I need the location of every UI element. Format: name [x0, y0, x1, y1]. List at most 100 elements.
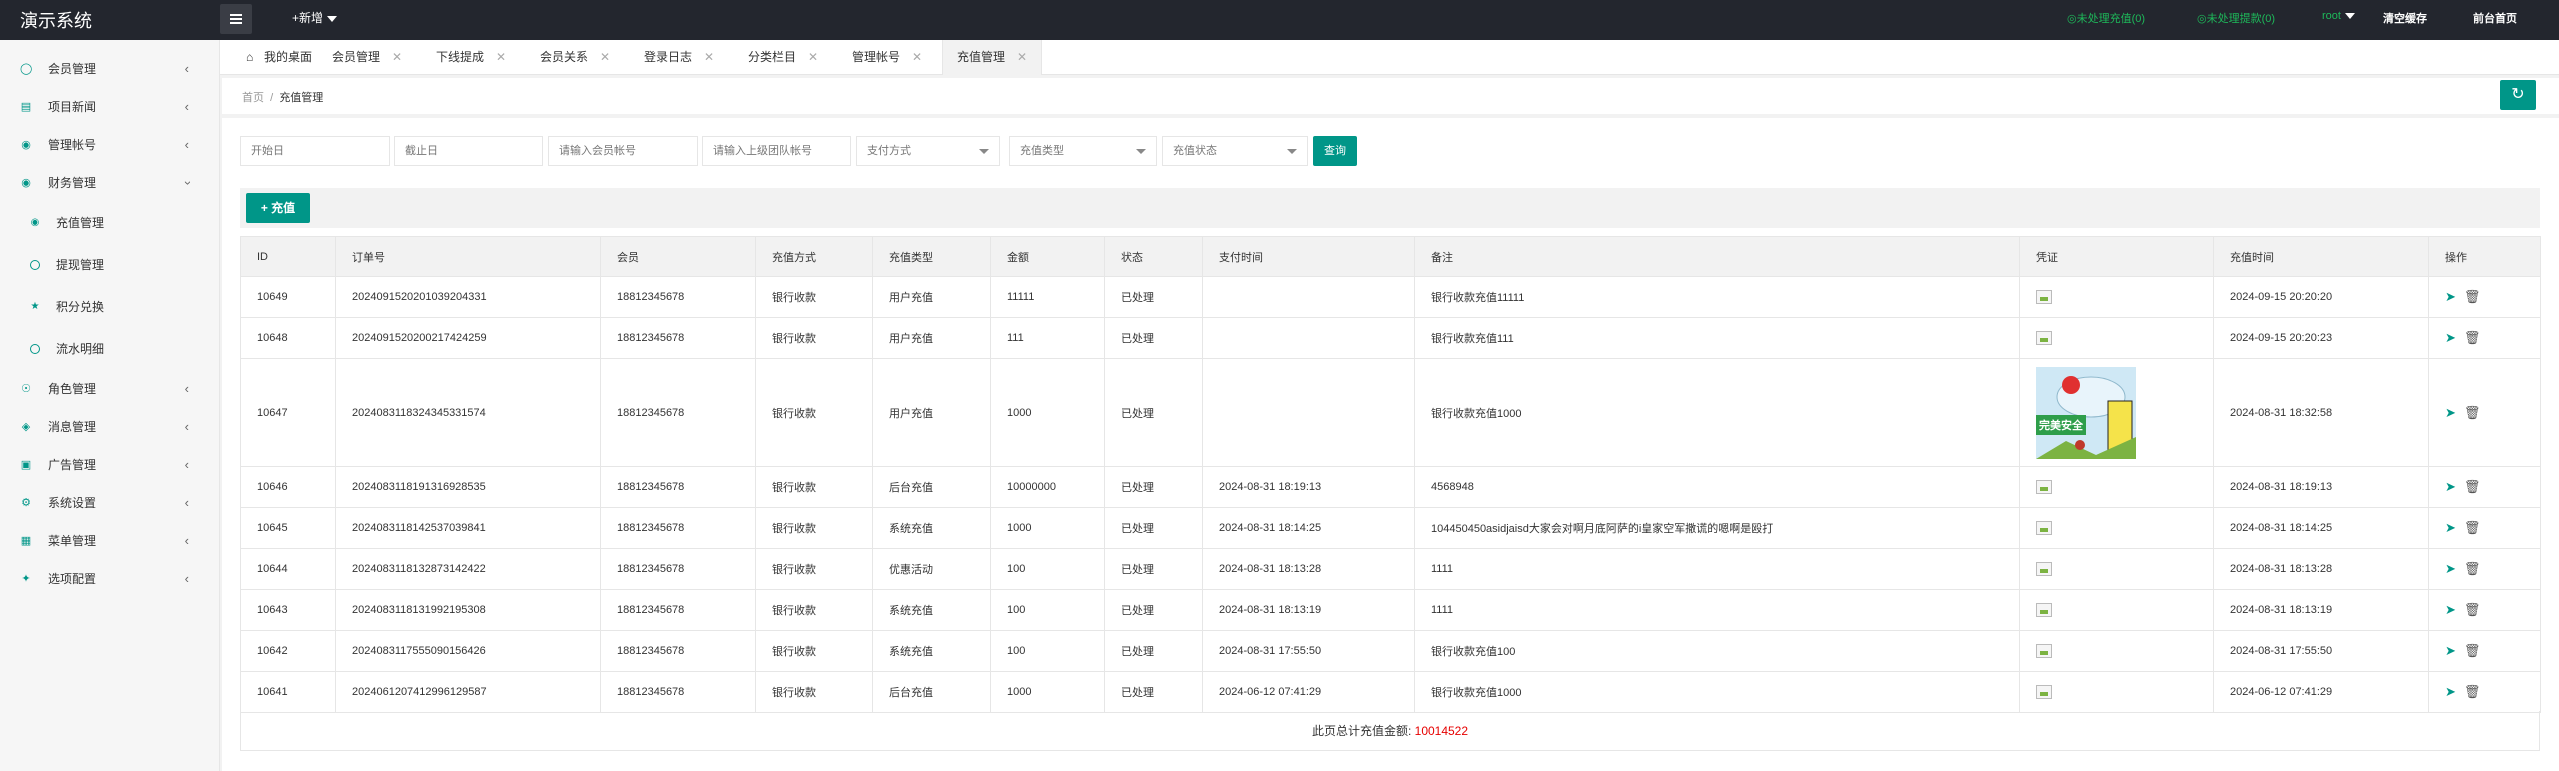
sidebar-item-roles[interactable]: ☉ 角色管理 ‹ [0, 370, 219, 408]
column-header-note: 备注 [1414, 236, 2020, 277]
cell-voucher[interactable]: 完美安全 [2019, 358, 2214, 467]
trash-icon[interactable]: 🗑 [2464, 479, 2481, 495]
parent-account-input[interactable]: 请输入上级团队帐号 [702, 136, 851, 166]
pay-method-select[interactable]: 支付方式 [856, 136, 1000, 166]
send-icon[interactable]: ➤ [2445, 405, 2456, 421]
refresh-button[interactable]: ↻ [2500, 80, 2536, 110]
cell-voucher[interactable] [2019, 671, 2214, 713]
send-icon[interactable]: ➤ [2445, 330, 2456, 346]
chevron-left-icon: ‹ [184, 381, 189, 396]
broken-image-icon[interactable] [2036, 562, 2052, 576]
user-icon: ◯ [20, 63, 33, 75]
shield-icon: ☉ [21, 383, 31, 395]
send-icon[interactable]: ➤ [2445, 643, 2456, 659]
tab-recharge[interactable]: 充值管理 ✕ [942, 40, 1042, 75]
tab-admin-accounts[interactable]: 管理帐号 ✕ [838, 40, 922, 74]
unprocessed-withdraw-link[interactable]: ◎未处理提款(0) [2197, 10, 2275, 26]
cell-voucher[interactable] [2019, 589, 2214, 631]
sidebar-sub-recharge[interactable]: ◉ 充值管理 [0, 202, 219, 244]
tab-relations[interactable]: 会员关系 ✕ [526, 40, 610, 74]
clear-cache-link[interactable]: 清空缓存 [2383, 10, 2427, 26]
close-icon[interactable]: ✕ [808, 50, 818, 64]
send-icon[interactable]: ➤ [2445, 602, 2456, 618]
tab-desktop[interactable]: ⌂ 我的桌面 [232, 40, 312, 74]
cell-voucher[interactable] [2019, 466, 2214, 508]
close-icon[interactable]: ✕ [912, 50, 922, 64]
close-icon[interactable]: ✕ [496, 50, 506, 64]
broken-image-icon[interactable] [2036, 331, 2052, 345]
broken-image-icon[interactable] [2036, 644, 2052, 658]
sidebar-item-settings[interactable]: ⚙ 系统设置 ‹ [0, 484, 219, 522]
sidebar-item-accounts[interactable]: ◉ 管理帐号 ‹ [0, 126, 219, 164]
sidebar-item-members[interactable]: ◯ 会员管理 ‹ [0, 50, 219, 88]
cell-voucher[interactable] [2019, 630, 2214, 672]
member-account-input[interactable]: 请输入会员帐号 [548, 136, 698, 166]
sidebar-sub-points[interactable]: ★ 积分兑换 [0, 286, 219, 328]
trash-icon[interactable]: 🗑 [2464, 602, 2481, 618]
summary-amount: 10014522 [1414, 724, 1469, 738]
tab-categories[interactable]: 分类栏目 ✕ [734, 40, 818, 74]
table-row: 10644 2024083118132873142422 18812345678 银行… [240, 548, 2541, 590]
sidebar-item-ads[interactable]: ▣ 广告管理 ‹ [0, 446, 219, 484]
trash-icon[interactable]: 🗑 [2464, 405, 2481, 421]
broken-image-icon[interactable] [2036, 521, 2052, 535]
trash-icon[interactable]: 🗑 [2464, 520, 2481, 536]
sidebar-item-menus[interactable]: ▦ 菜单管理 ‹ [0, 522, 219, 560]
menu-toggle-button[interactable] [220, 4, 252, 34]
cell-operations: ➤ 🗑 [2428, 358, 2541, 467]
broken-image-icon[interactable] [2036, 290, 2052, 304]
sidebar-item-news[interactable]: ▤ 项目新闻 ‹ [0, 88, 219, 126]
cell-amount: 111 [990, 317, 1105, 359]
sidebar-item-finance[interactable]: ◉ 财务管理 ‹ [0, 164, 219, 202]
broken-image-icon[interactable] [2036, 603, 2052, 617]
tab-commission[interactable]: 下线提成 ✕ [422, 40, 506, 74]
breadcrumb-home[interactable]: 首页 [242, 92, 264, 104]
sidebar-item-messages[interactable]: ◈ 消息管理 ‹ [0, 408, 219, 446]
close-icon[interactable]: ✕ [704, 50, 714, 64]
close-icon[interactable]: ✕ [1017, 50, 1027, 64]
send-icon[interactable]: ➤ [2445, 684, 2456, 700]
sidebar-sub-label: 提现管理 [56, 258, 105, 272]
unprocessed-recharge-link[interactable]: ◎未处理充值(0) [2067, 10, 2145, 26]
sidebar-sub-flow[interactable]: 流水明细 [0, 328, 219, 370]
close-icon[interactable]: ✕ [392, 50, 402, 64]
sidebar-item-label: 广告管理 [48, 458, 97, 472]
send-icon[interactable]: ➤ [2445, 479, 2456, 495]
send-icon[interactable]: ➤ [2445, 520, 2456, 536]
cell-voucher[interactable] [2019, 276, 2214, 318]
user-menu[interactable]: root [2322, 10, 2355, 22]
user-name: root [2322, 10, 2341, 22]
sidebar-item-options[interactable]: ✦ 选项配置 ‹ [0, 560, 219, 598]
plus-icon: + [260, 201, 268, 215]
close-icon[interactable]: ✕ [600, 50, 610, 64]
query-button[interactable]: 查询 [1313, 136, 1357, 166]
trash-icon[interactable]: 🗑 [2464, 330, 2481, 346]
cell-recharge-time: 2024-08-31 18:14:25 [2213, 507, 2429, 549]
add-new-dropdown[interactable]: +新增 [292, 9, 338, 26]
start-date-input[interactable]: 开始日 [240, 136, 390, 166]
broken-image-icon[interactable] [2036, 685, 2052, 699]
tab-login-log[interactable]: 登录日志 ✕ [630, 40, 714, 74]
broken-image-icon[interactable] [2036, 480, 2052, 494]
add-recharge-button[interactable]: + 充值 [246, 193, 310, 223]
recharge-status-select[interactable]: 充值状态 [1162, 136, 1308, 166]
trash-icon[interactable]: 🗑 [2464, 561, 2481, 577]
tab-members[interactable]: 会员管理 ✕ [318, 40, 402, 74]
cell-status: 已处理 [1104, 276, 1203, 318]
send-icon[interactable]: ➤ [2445, 561, 2456, 577]
cell-voucher[interactable] [2019, 317, 2214, 359]
trash-icon[interactable]: 🗑 [2464, 289, 2481, 305]
send-icon[interactable]: ➤ [2445, 289, 2456, 305]
breadcrumb-separator: / [270, 92, 274, 104]
recharge-type-select[interactable]: 充值类型 [1009, 136, 1157, 166]
end-date-input[interactable]: 截止日 [394, 136, 543, 166]
cell-voucher[interactable] [2019, 507, 2214, 549]
trash-icon[interactable]: 🗑 [2464, 684, 2481, 700]
tab-label: 会员关系 [540, 50, 589, 64]
cell-note: 1111 [1414, 548, 2020, 590]
sidebar-sub-withdraw[interactable]: 提现管理 [0, 244, 219, 286]
trash-icon[interactable]: 🗑 [2464, 643, 2481, 659]
voucher-image[interactable]: 完美安全 [2036, 366, 2136, 459]
frontend-home-link[interactable]: 前台首页 [2473, 10, 2517, 26]
cell-voucher[interactable] [2019, 548, 2214, 590]
